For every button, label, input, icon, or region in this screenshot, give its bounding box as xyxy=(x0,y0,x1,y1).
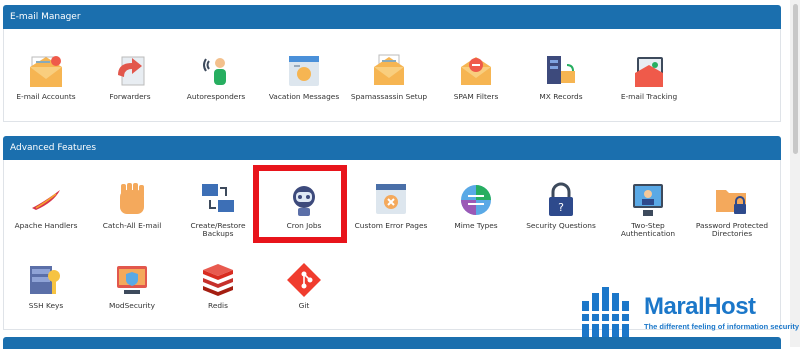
password-protected-dirs-label: Password Protected Directories xyxy=(695,221,769,238)
advanced-features-header: Advanced Features xyxy=(3,136,781,160)
email-accounts-label: E-mail Accounts xyxy=(16,92,76,101)
spamassassin-envelope-icon xyxy=(369,51,409,91)
modsecurity-shield-icon xyxy=(112,260,152,300)
mx-server-icon xyxy=(541,51,581,91)
backups-item[interactable]: Create/Restore Backups xyxy=(176,180,260,238)
advanced-features-title: Advanced Features xyxy=(10,143,97,153)
catch-all-label: Catch-All E-mail xyxy=(102,221,162,230)
redis-item[interactable]: Redis xyxy=(176,260,260,310)
modsecurity-item[interactable]: ModSecurity xyxy=(90,260,174,310)
forward-arrow-icon xyxy=(110,51,150,91)
ssh-keys-item[interactable]: SSH Keys xyxy=(4,260,88,310)
security-questions-label: Security Questions xyxy=(526,221,596,230)
autoresponder-person-icon xyxy=(196,51,236,91)
backup-computers-icon xyxy=(198,180,238,220)
mx-records-label: MX Records xyxy=(539,92,583,101)
autoresponders-item[interactable]: Autoresponders xyxy=(174,51,258,101)
padlock-icon: ? xyxy=(541,180,581,220)
ssh-key-icon xyxy=(26,260,66,300)
security-questions-item[interactable]: ? Security Questions xyxy=(519,180,603,230)
mime-types-item[interactable]: Mime Types xyxy=(434,180,518,230)
mime-types-label: Mime Types xyxy=(454,221,498,230)
forwarders-label: Forwarders xyxy=(109,92,151,101)
apache-handlers-item[interactable]: Apache Handlers xyxy=(4,180,88,230)
vacation-message-icon xyxy=(284,51,324,91)
email-tracking-item[interactable]: E-mail Tracking xyxy=(607,51,691,101)
two-step-auth-icon xyxy=(628,180,668,220)
email-accounts-item[interactable]: E-mail Accounts xyxy=(4,51,88,101)
git-icon xyxy=(284,260,324,300)
apache-handlers-label: Apache Handlers xyxy=(14,221,78,230)
maralhost-logo-icon xyxy=(580,287,632,337)
git-item[interactable]: Git xyxy=(262,260,346,310)
git-label: Git xyxy=(298,301,310,310)
spamassassin-setup-label: Spamassassin Setup xyxy=(350,92,428,101)
two-step-auth-label: Two-Step Authentication xyxy=(620,221,676,238)
protected-folder-icon xyxy=(712,180,752,220)
vacation-messages-item[interactable]: Vacation Messages xyxy=(262,51,346,101)
catch-all-item[interactable]: Catch-All E-mail xyxy=(90,180,174,230)
redis-label: Redis xyxy=(208,301,228,310)
email-manager-title: E-mail Manager xyxy=(10,12,81,22)
brand-name: MaralHost xyxy=(644,293,756,320)
maralhost-watermark: MaralHost The different feeling of infor… xyxy=(580,287,800,339)
brand-tagline: The different feeling of information sec… xyxy=(644,322,800,331)
password-protected-dirs-item[interactable]: Password Protected Directories xyxy=(690,180,774,238)
cron-jobs-highlight-box xyxy=(253,165,347,243)
spamassassin-setup-item[interactable]: Spamassassin Setup xyxy=(347,51,431,101)
ssh-keys-label: SSH Keys xyxy=(28,301,64,310)
spam-filters-item[interactable]: SPAM Filters xyxy=(434,51,518,101)
autoresponders-label: Autoresponders xyxy=(186,92,246,101)
email-manager-header: E-mail Manager xyxy=(3,5,781,29)
mime-types-icon xyxy=(456,180,496,220)
spam-filter-envelope-icon xyxy=(456,51,496,91)
svg-text:?: ? xyxy=(558,201,564,214)
redis-icon xyxy=(198,260,238,300)
backups-label: Create/Restore Backups xyxy=(190,221,246,238)
two-step-auth-item[interactable]: Two-Step Authentication xyxy=(606,180,690,238)
mx-records-item[interactable]: MX Records xyxy=(519,51,603,101)
envelope-accounts-icon xyxy=(26,51,66,91)
error-page-icon xyxy=(371,180,411,220)
modsecurity-label: ModSecurity xyxy=(109,301,155,310)
scrollbar-thumb[interactable] xyxy=(793,4,798,154)
email-tracking-label: E-mail Tracking xyxy=(620,92,678,101)
spam-filters-label: SPAM Filters xyxy=(453,92,499,101)
catch-all-hand-icon xyxy=(112,180,152,220)
forwarders-item[interactable]: Forwarders xyxy=(88,51,172,101)
custom-error-pages-item[interactable]: Custom Error Pages xyxy=(349,180,433,230)
vacation-messages-label: Vacation Messages xyxy=(268,92,340,101)
custom-error-pages-label: Custom Error Pages xyxy=(354,221,428,230)
apache-feather-icon xyxy=(26,180,66,220)
email-tracking-icon xyxy=(629,51,669,91)
email-manager-panel: E-mail Accounts Forwarders Autoresponder… xyxy=(3,29,781,122)
